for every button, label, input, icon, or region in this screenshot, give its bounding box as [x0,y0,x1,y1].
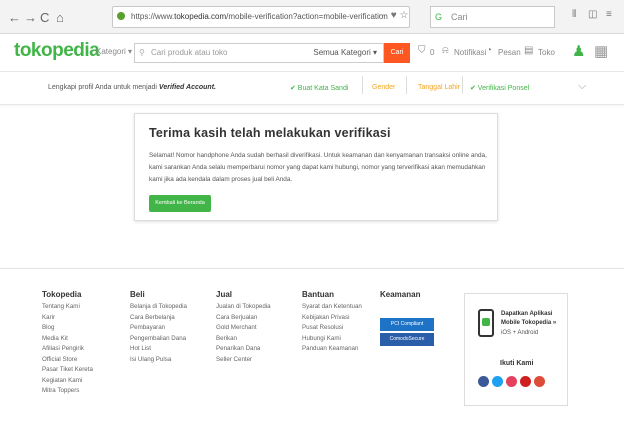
footer-link[interactable]: Hot List [130,344,187,355]
address-bar[interactable]: https://www.tokopedia.com/mobile-verific… [112,6,410,28]
footer-link[interactable]: Karir [42,313,93,324]
search-category-select[interactable]: Semua Kategori ▾ [313,44,377,62]
avatar[interactable]: ♟ [572,42,585,60]
kategori-dropdown[interactable]: Kategori ▾ [96,47,132,56]
footer-link[interactable]: Penarikan Dana [216,344,271,355]
footer-link[interactable]: Mitra Toppers [42,386,93,397]
step-verifikasi-ponsel[interactable]: ✔ Verifikasi Ponsel [470,84,529,92]
back-to-home-button[interactable]: Kembali ke Beranda [149,195,211,212]
footer-link[interactable]: Panduan Keamanan [302,344,362,355]
ikuti-kami-label: Ikuti Kami [500,360,534,367]
footer-col-beli: Beli Belanja di Tokopedia Cara Berbelanj… [130,290,187,365]
verification-success-card: Terima kasih telah melakukan verifikasi … [134,113,498,221]
library-icon[interactable]: ⦀ [572,9,576,20]
card-title: Terima kasih telah melakukan verifikasi [149,126,391,140]
step-gender[interactable]: Gender [372,84,395,91]
app-title: Dapatkan Aplikasi Mobile Tokopedia » [501,310,556,328]
step-buat-kata-sandi[interactable]: ✔ Buat Kata Sandi [290,84,348,92]
cart-count: 0 [430,48,435,57]
footer-col-jual: Jual Jualan di Tokopedia Cara Berjualan … [216,290,271,365]
sidebar-icon[interactable]: ◫ [588,9,597,20]
footer-link[interactable]: Isi Ulang Pulsa [130,355,187,366]
footer-col-title: Keamanan [380,290,421,299]
footer-link[interactable]: Pembayaran [130,323,187,334]
divider [462,76,463,94]
tokopedia-logo[interactable]: tokopedia [14,40,100,62]
menu-icon[interactable]: ≡ [606,9,612,20]
footer-col-keamanan: Keamanan [380,290,420,302]
url-path: /mobile-verification?action=mobile-verif… [226,12,388,21]
page-actions-icon[interactable]: ⋯ ♥ ☆ [378,10,408,21]
back-icon[interactable]: ← [8,10,21,25]
footer-link[interactable]: Afiliasi Pengirik [42,344,93,355]
footer-link[interactable]: Cara Berbelanja [130,313,187,324]
footer-col-title: Jual [216,290,233,299]
pci-badge: PCI Compliant [380,318,434,331]
footer-link[interactable]: Official Store [42,355,93,366]
url-prefix: https://www. [131,12,175,21]
facebook-icon[interactable] [478,376,489,387]
forward-icon[interactable]: → [24,10,37,25]
youtube-icon[interactable] [520,376,531,387]
footer-col-title: Tokopedia [42,290,82,299]
profile-message-text: Lengkapi profil Anda untuk menjadi [48,84,159,91]
comodo-badge: ComodoSecure [380,333,434,346]
footer-col-tokopedia: Tokopedia Tentang Kami Karir Blog Media … [42,290,93,397]
instagram-icon[interactable] [506,376,517,387]
footer-link[interactable]: Cara Berjualan [216,313,271,324]
app-title-line2: Mobile Tokopedia » [501,320,557,326]
footer-link[interactable]: Tentang Kami [42,302,93,313]
footer-link[interactable]: Kebijakan Privasi [302,313,362,324]
lock-icon [117,12,125,20]
mobile-app-promo[interactable]: Dapatkan Aplikasi Mobile Tokopedia » iOS … [464,293,568,406]
divider [406,76,407,94]
step-tanggal-lahir[interactable]: Tanggal Lahir [418,84,460,91]
footer-col-title: Beli [130,290,145,299]
app-title-line1: Dapatkan Aplikasi [501,311,553,317]
footer-link[interactable]: Pasar Tiket Kereta [42,365,93,376]
profile-message: Lengkapi profil Anda untuk menjadi Verif… [48,84,216,91]
app-platforms: iOS + Android [501,330,539,336]
phone-icon [478,309,494,337]
google-plus-icon[interactable] [534,376,545,387]
search-button[interactable]: Cari [384,43,410,63]
browser-search-placeholder: Cari [451,12,468,22]
twitter-icon[interactable] [492,376,503,387]
search-icon: G [435,12,443,22]
pesan-link[interactable]: Pesan [498,48,521,57]
url-domain: tokopedia.com [174,12,227,21]
reload-icon[interactable]: C [40,10,49,25]
divider [362,76,363,94]
footer-col-bantuan: Bantuan Syarat dan Ketentuan Kebijakan P… [302,290,362,355]
footer-link[interactable]: Blog [42,323,93,334]
apps-icon[interactable]: ▦ [594,42,608,60]
search-icon: ⚲ [139,48,145,57]
footer-link[interactable]: Belanja di Tokopedia [130,302,187,313]
footer-link[interactable]: Pusat Resolusi [302,323,362,334]
footer-link[interactable]: Syarat dan Ketentuan [302,302,362,313]
browser-toolbar: ← → C ⌂ https://www.tokopedia.com/mobile… [0,0,624,34]
footer-col-title: Bantuan [302,290,334,299]
footer-link[interactable]: Seller Center [216,355,271,366]
site-search-input[interactable]: ⚲ Cari produk atau toko Semua Kategori ▾ [134,43,384,63]
site-search-placeholder: Cari produk atau toko [151,48,228,57]
card-body: Selamat! Nomor handphone Anda sudah berh… [149,152,487,183]
toko-link[interactable]: Toko [538,48,555,57]
footer-link[interactable]: Berikan [216,334,271,345]
footer-link[interactable]: Jualan di Tokopedia [216,302,271,313]
footer-link[interactable]: Media Kit [42,334,93,345]
home-icon[interactable]: ⌂ [56,10,64,25]
store-icon[interactable]: ▤ [524,45,533,56]
browser-search-input[interactable]: G Cari [430,6,555,28]
footer-link[interactable]: Pengembalian Dana [130,334,187,345]
cart-icon[interactable]: ⛉ [418,45,426,56]
chevron-down-icon[interactable]: ⌵ [578,80,586,93]
footer-link[interactable]: Hubungi Kami [302,334,362,345]
footer-link[interactable]: Gold Merchant [216,323,271,334]
bell-icon[interactable]: ⍾ [442,45,449,56]
notifikasi-link[interactable]: Notifikasi [454,48,486,57]
chat-icon[interactable]: ◔ [486,45,492,56]
footer-link[interactable]: Kegiatan Kami [42,376,93,387]
profile-message-bold: Verified Account. [158,84,216,91]
